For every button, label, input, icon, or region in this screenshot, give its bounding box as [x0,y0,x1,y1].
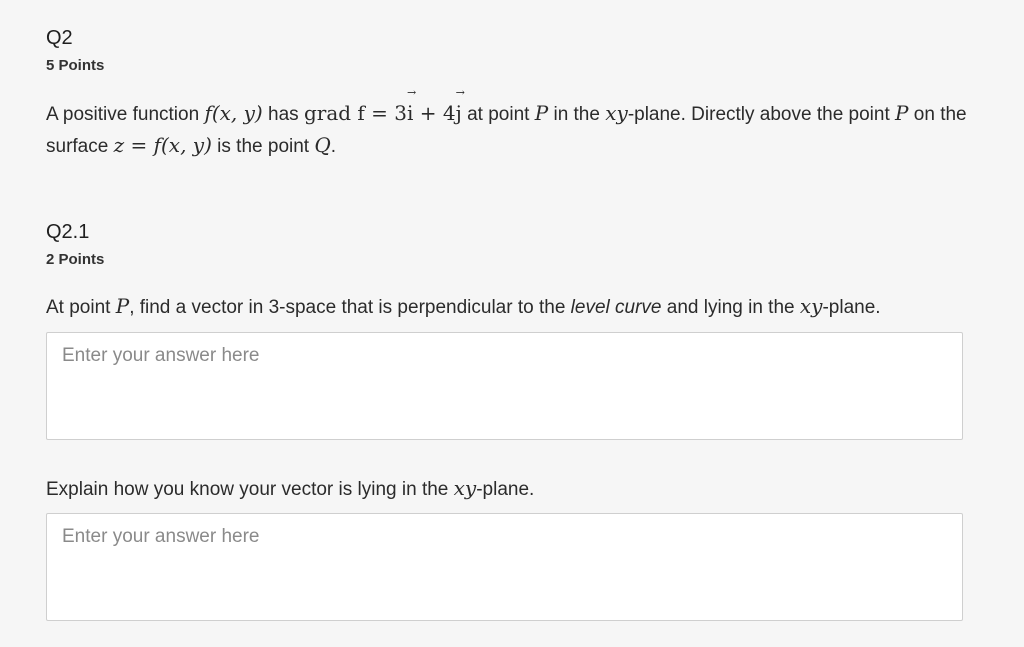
question-page: Q2 5 Points A positive function f(x, y) … [0,0,1024,647]
math-P: P [115,294,130,318]
math-xy: xy [799,294,823,318]
prompt-text: at point [461,104,535,125]
math-i: i [407,101,414,125]
prompt-text: -plane. Directly above the point [627,104,896,125]
prompt-text: A positive function [46,104,205,125]
math-j: j [455,101,462,125]
math-vector-j: → j [455,86,465,125]
subquestion-points: 2 Points [46,251,105,268]
math-Q: Q [314,133,331,157]
math-grad: grad f [303,101,365,125]
subquestion-prompt-2: Explain how you know your vector is lyin… [46,473,976,505]
math-vector-i: → i [407,86,417,125]
question-points: 5 Points [46,57,105,74]
prompt-text: , find a vector in 3-space that is perpe… [129,297,571,318]
prompt-text: -plane. [476,479,535,500]
prompt-text: At point [46,297,116,318]
math-z-eq: z = f(x, y) [113,133,212,157]
prompt-text: and lying in the [661,297,800,318]
emphasis-level-curve: level curve [570,297,662,318]
question-title: Q2 [46,27,73,49]
math-P: P [895,101,909,125]
question-prompt: A positive function f(x, y) has grad f =… [46,86,976,162]
math-fxy: f(x, y) [204,101,263,125]
answer-box-1 [46,332,963,440]
math-xy: xy [453,476,477,500]
prompt-text: . [330,136,337,157]
answer-input-2[interactable] [62,526,947,608]
prompt-text: in the [548,104,606,125]
math-plus: + 4 [413,101,456,125]
answer-input-1[interactable] [62,345,947,427]
prompt-text: has [262,104,304,125]
prompt-text: is the point [211,136,315,157]
subquestion-prompt-1: At point P, find a vector in 3-space tha… [46,291,976,323]
answer-box-2 [46,513,963,621]
subquestion-title: Q2.1 [46,221,90,243]
prompt-text: Explain how you know your vector is lyin… [46,479,454,500]
math-xy: xy [605,101,628,125]
math-eq: = 3 [364,101,408,125]
math-P: P [534,101,549,125]
prompt-text: -plane. [822,297,881,318]
